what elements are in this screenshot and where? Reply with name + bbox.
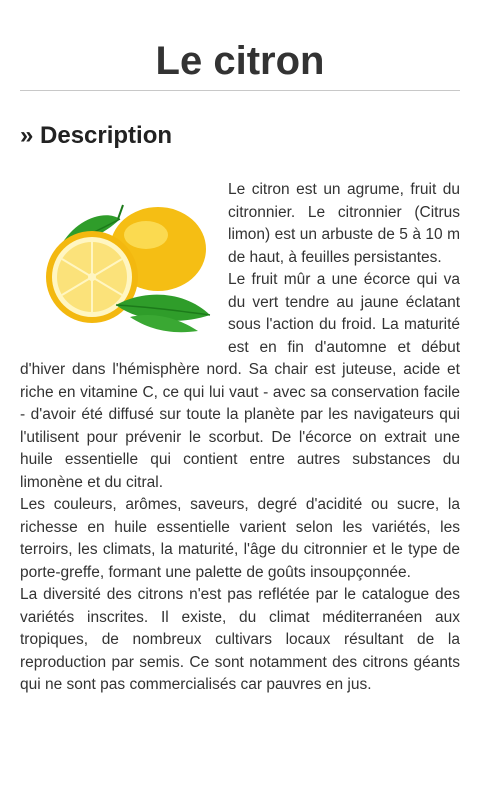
page: Le citron » Description Le citron est un… [0,0,480,697]
page-title: Le citron [155,39,325,83]
description-content: Le citron est un agrume, fruit du citron… [20,179,460,697]
lemon-image [20,179,220,339]
description-paragraph-3: Les couleurs, arômes, saveurs, degré d'a… [20,496,460,581]
title-divider [20,90,460,91]
description-paragraph-4: La diversité des citrons n'est pas reflé… [20,586,460,693]
section-heading-description: » Description [20,122,173,149]
